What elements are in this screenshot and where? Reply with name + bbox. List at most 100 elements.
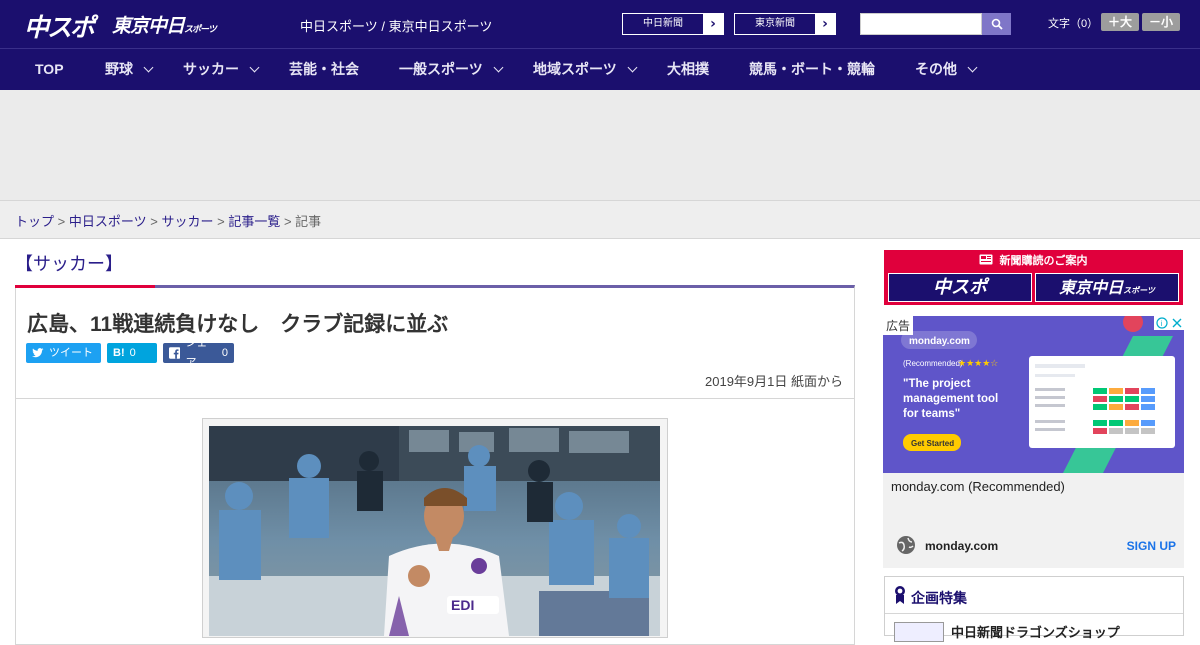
- chevron-down-icon: [249, 62, 260, 73]
- tokyo-subscription-logo-text: 東京中日: [1059, 278, 1124, 297]
- chunichi-shimbun-label: 中日新聞: [643, 18, 683, 29]
- article-divider: [16, 398, 854, 399]
- nav-label: 野球: [105, 61, 133, 77]
- font-larger-button[interactable]: ＋大: [1101, 13, 1139, 31]
- nav-label: サッカー: [183, 61, 239, 77]
- breadcrumb-article-list[interactable]: 記事一覧: [228, 214, 280, 229]
- font-smaller-button[interactable]: －小: [1142, 13, 1180, 31]
- ribbon-icon: [895, 586, 905, 604]
- chevron-down-icon: [627, 62, 638, 73]
- ad-label: 広告: [883, 316, 914, 335]
- breadcrumb-top[interactable]: トップ: [15, 214, 54, 229]
- sponsor-image: monday.com (Recommended) ★★★★☆ "The proj…: [883, 316, 1184, 473]
- chunichi-shimbun-button[interactable]: 中日新聞 ›: [622, 13, 724, 35]
- tweet-label: ツイート: [49, 347, 93, 359]
- main-nav: TOP 野球 サッカー 芸能・社会 一般スポーツ 地域スポーツ 大相撲 競馬・ボ…: [0, 48, 1200, 90]
- nav-item-racing[interactable]: 競馬・ボート・競輪: [749, 49, 875, 90]
- nav-item-top[interactable]: TOP: [35, 49, 64, 90]
- monday-ad-visual: monday.com (Recommended) ★★★★☆ "The proj…: [883, 316, 1184, 473]
- breadcrumb-chunichi-sports[interactable]: 中日スポーツ: [69, 214, 147, 229]
- nav-item-other[interactable]: その他: [915, 49, 978, 90]
- search-button[interactable]: [982, 13, 1011, 35]
- breadcrumb-bar: トップ > 中日スポーツ > サッカー > 記事一覧 > 記事: [0, 201, 1200, 239]
- chuspo-logo[interactable]: 中スポ: [24, 8, 95, 44]
- article-photo: EDI: [209, 426, 660, 636]
- feature-title: 企画特集: [911, 590, 967, 606]
- facebook-share-button[interactable]: シェア 0: [163, 337, 234, 369]
- chuspo-subscription-logo: 中スポ: [888, 273, 1032, 302]
- tokyo-logo-small: スポーツ: [184, 25, 217, 35]
- nav-label: 競馬・ボート・競輪: [749, 61, 875, 77]
- sponsor-name[interactable]: monday.com (Recommended): [891, 479, 1065, 494]
- nav-label: 大相撲: [667, 61, 709, 77]
- tokyo-shimbun-label: 東京新聞: [755, 18, 795, 29]
- article-title: 広島、11戦連続負けなし クラブ記録に並ぶ: [27, 313, 449, 336]
- subscription-banner[interactable]: 新聞購読のご案内 中スポ 東京中日スポーツ: [884, 250, 1183, 305]
- sponsored-ad[interactable]: monday.com (Recommended) ★★★★☆ "The proj…: [883, 316, 1184, 568]
- adchoices-icon[interactable]: i: [1154, 316, 1184, 330]
- facebook-icon: [169, 347, 181, 359]
- twitter-icon: [32, 348, 44, 358]
- article-date: 2019年9月1日 紙面から: [705, 374, 843, 389]
- nav-label: TOP: [35, 61, 64, 77]
- subscription-banner-title: 新聞購読のご案内: [884, 252, 1183, 268]
- newspaper-icon: [979, 254, 993, 265]
- hatena-icon: B!: [113, 347, 125, 359]
- facebook-share-count: 0: [221, 347, 228, 359]
- nav-item-entertainment[interactable]: 芸能・社会: [289, 49, 359, 90]
- feature-divider: [885, 613, 1183, 614]
- chevron-down-icon: [143, 62, 154, 73]
- nav-label: 地域スポーツ: [533, 61, 617, 77]
- breadcrumb-current: 記事: [295, 214, 322, 229]
- breadcrumb-separator: >: [217, 214, 225, 229]
- monday-brand-text: monday.com: [909, 336, 970, 347]
- breadcrumb-separator: >: [283, 214, 292, 229]
- site-names: 中日スポーツ / 東京中日スポーツ: [300, 19, 493, 34]
- feature-item-dragons-shop[interactable]: 中日新聞ドラゴンズショップ: [951, 622, 1120, 641]
- tweet-button[interactable]: ツイート: [26, 343, 101, 363]
- tokyo-logo-text: 東京中日: [112, 15, 185, 37]
- nav-item-soccer[interactable]: サッカー: [183, 49, 260, 90]
- nav-label: 一般スポーツ: [399, 61, 483, 77]
- svg-text:EDI: EDI: [451, 597, 474, 613]
- site-header: 中スポ 東京中日スポーツ 中日スポーツ / 東京中日スポーツ 中日新聞 › 東京…: [0, 0, 1200, 48]
- nav-label: 芸能・社会: [289, 61, 359, 77]
- svg-text:for teams": for teams": [903, 408, 960, 420]
- svg-text:management tool: management tool: [903, 393, 998, 405]
- breadcrumb-separator: >: [57, 214, 66, 229]
- font-size-label: 文字（0）: [1048, 18, 1099, 30]
- hatena-count: 0: [129, 347, 136, 359]
- facebook-share-label: シェア: [185, 337, 208, 369]
- chevron-down-icon: [967, 62, 978, 73]
- nav-item-sumo[interactable]: 大相撲: [667, 49, 709, 90]
- svg-text:"The project: "The project: [903, 378, 971, 390]
- nav-item-general-sports[interactable]: 一般スポーツ: [399, 49, 504, 90]
- tokyo-chunichi-logo[interactable]: 東京中日スポーツ: [112, 11, 217, 38]
- nav-item-baseball[interactable]: 野球: [105, 49, 154, 90]
- category-heading: 【サッカー】: [15, 254, 123, 274]
- chevron-right-icon: ›: [703, 14, 723, 34]
- nav-label: その他: [915, 61, 957, 77]
- search-icon: [991, 18, 1003, 30]
- recommended-text: (Recommended): [903, 359, 963, 368]
- hatena-bookmark-button[interactable]: B! 0: [107, 343, 157, 363]
- nav-item-regional-sports[interactable]: 地域スポーツ: [533, 49, 638, 90]
- top-ad-area: [0, 90, 1200, 201]
- soccer-player-photo: EDI: [209, 426, 660, 636]
- chevron-right-icon: ›: [815, 14, 835, 34]
- sponsor-domain: monday.com: [925, 539, 999, 553]
- feature-section: 企画特集 中日新聞ドラゴンズショップ: [884, 576, 1184, 642]
- search-input[interactable]: [860, 13, 982, 35]
- category-accent-bar: [15, 285, 155, 288]
- feature-thumbnail[interactable]: [894, 622, 944, 642]
- star-rating-icon: ★★★★☆: [958, 359, 998, 369]
- chevron-down-icon: [493, 62, 504, 73]
- subscription-banner-text: 新聞購読のご案内: [999, 255, 1088, 267]
- breadcrumb-soccer[interactable]: サッカー: [161, 214, 213, 229]
- tokyo-subscription-logo-small: スポーツ: [1123, 286, 1155, 295]
- sign-up-button[interactable]: SIGN UP: [1127, 539, 1176, 553]
- tokyo-shimbun-button[interactable]: 東京新聞 ›: [734, 13, 836, 35]
- svg-text:i: i: [1161, 320, 1163, 328]
- breadcrumb: トップ > 中日スポーツ > サッカー > 記事一覧 > 記事: [15, 211, 321, 230]
- tokyo-chunichi-subscription-logo: 東京中日スポーツ: [1035, 273, 1179, 302]
